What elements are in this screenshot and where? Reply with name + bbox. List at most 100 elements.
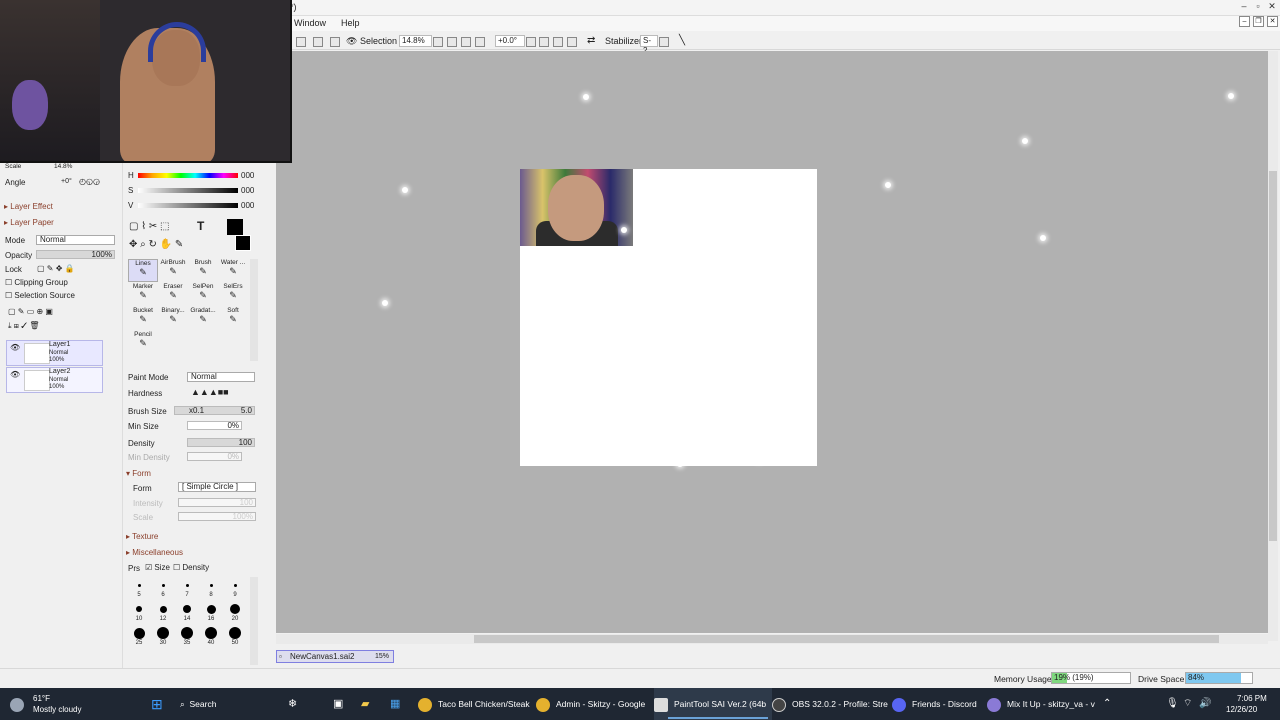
- preset-scrollbar[interactable]: [250, 577, 258, 665]
- horizontal-scrollbar[interactable]: [276, 634, 1268, 644]
- tool-binary[interactable]: Binary... ✎: [158, 307, 188, 330]
- tool-lines[interactable]: Lines ✎: [128, 259, 158, 282]
- view-tools-icons[interactable]: ✥ ⌕ ↻ ✋ ✎: [129, 239, 183, 250]
- form-section[interactable]: ▾ Form: [126, 469, 151, 478]
- clock-date[interactable]: 12/26/20: [1226, 705, 1257, 714]
- primary-color-swatch[interactable]: [227, 219, 243, 235]
- saturation-value[interactable]: 000: [241, 186, 254, 195]
- redo-icon[interactable]: [313, 35, 323, 47]
- task-view-icon[interactable]: ▣: [333, 688, 343, 720]
- brush-size-preset-dot[interactable]: [137, 583, 141, 587]
- zoom-reset-icon[interactable]: [475, 35, 485, 47]
- layer-tools-icons[interactable]: ▢ ✎ ▭ ⊕ ▣: [8, 307, 53, 316]
- prs-size-checkbox[interactable]: ☑ Size: [145, 563, 170, 572]
- value-slider[interactable]: [138, 203, 238, 208]
- zoom-dropdown-icon[interactable]: [433, 35, 443, 47]
- tool-marker[interactable]: Marker ✎: [128, 283, 158, 306]
- undo-icon[interactable]: [296, 35, 306, 47]
- rotate-right-icon[interactable]: [553, 35, 563, 47]
- rotate-reset-icon[interactable]: [567, 35, 577, 47]
- hue-slider[interactable]: [138, 173, 238, 178]
- file-explorer-icon[interactable]: ▰: [361, 688, 369, 720]
- opacity-slider[interactable]: 100%: [36, 250, 115, 259]
- volume-icon[interactable]: 🔊: [1199, 688, 1211, 720]
- hardness-selector[interactable]: ▲▲▲■■: [191, 387, 229, 397]
- layer-row[interactable]: 👁 Layer2 Normal 100%: [6, 367, 103, 393]
- taskbar-app[interactable]: OBS 32.0.2 - Profile: Stre: [772, 688, 888, 720]
- network-icon[interactable]: ⌔: [1183, 688, 1192, 720]
- tool-airbrush[interactable]: AirBrush ✎: [158, 259, 188, 282]
- selection-tools-icons[interactable]: ▢ ⌇ ✂ ⬚: [129, 221, 170, 232]
- form-select[interactable]: [ Simple Circle ]: [178, 482, 256, 492]
- tool-eraser[interactable]: Eraser ✎: [158, 283, 188, 306]
- brush-size-preset-dot[interactable]: [229, 627, 241, 639]
- tray-chevron-icon[interactable]: ⌃: [1103, 688, 1111, 720]
- stabilizer-dropdown-icon[interactable]: [659, 35, 669, 47]
- maximize-icon[interactable]: ▫: [1252, 0, 1264, 12]
- tool-water[interactable]: Water ... ✎: [218, 259, 248, 282]
- rotation-field[interactable]: +0.0°: [495, 35, 525, 47]
- selection-source-checkbox[interactable]: ☐ Selection Source: [5, 291, 75, 300]
- mdi-minimize-icon[interactable]: –: [1239, 16, 1250, 27]
- brush-size-preset-dot[interactable]: [136, 606, 142, 612]
- vertical-scroll-thumb[interactable]: [1269, 171, 1277, 541]
- windows-start-icon[interactable]: ⊞: [151, 688, 163, 720]
- secondary-color-swatch[interactable]: [235, 235, 251, 251]
- taskbar-app[interactable]: Admin - Skitzy - Google: [536, 688, 645, 720]
- navigator-scale-value[interactable]: 14.8%: [54, 163, 72, 170]
- paint-mode-select[interactable]: Normal: [187, 372, 255, 382]
- horizontal-scroll-thumb[interactable]: [474, 635, 1219, 643]
- widgets-icon[interactable]: ❄: [288, 688, 297, 720]
- brush-size-preset-dot[interactable]: [161, 583, 165, 587]
- brush-size-preset-dot[interactable]: [185, 583, 189, 587]
- tool-bucket[interactable]: Bucket ✎: [128, 307, 158, 330]
- blend-mode-select[interactable]: Normal: [36, 235, 115, 245]
- tool-selers[interactable]: SelErs ✎: [218, 283, 248, 306]
- layer-actions-icons[interactable]: ⤓ ⊞ ✓ 🗑: [8, 321, 40, 331]
- saturation-slider[interactable]: [138, 188, 238, 193]
- zoom-field[interactable]: 14.8%: [399, 35, 432, 47]
- value-value[interactable]: 000: [241, 201, 254, 210]
- brush-size-preset-dot[interactable]: [209, 583, 213, 587]
- navigator-rotate-icon[interactable]: ◴◵◶: [79, 177, 100, 186]
- straight-line-icon[interactable]: ╲: [679, 35, 685, 47]
- deselect-icon[interactable]: [330, 35, 340, 47]
- visibility-eye-icon[interactable]: 👁: [10, 370, 20, 379]
- navigator-angle-value[interactable]: +0°: [61, 178, 72, 185]
- lock-icons[interactable]: ▢ ✎ ✥ 🔒: [37, 264, 75, 273]
- brush-size-preset-dot[interactable]: [159, 605, 167, 613]
- layer-paper-section[interactable]: ▸ Layer Paper: [4, 218, 54, 227]
- selection-eye-icon[interactable]: 👁: [346, 35, 357, 47]
- clipping-group-checkbox[interactable]: ☐ Clipping Group: [5, 278, 68, 287]
- tool-grid-scrollbar[interactable]: [250, 259, 258, 361]
- taskbar-search[interactable]: ⌕ Search: [180, 688, 216, 720]
- zoom-out-icon[interactable]: [447, 35, 457, 47]
- taskbar-app[interactable]: Taco Bell Chicken/Steak: [418, 688, 530, 720]
- vertical-scrollbar[interactable]: [1268, 51, 1278, 641]
- weather-widget[interactable]: [10, 688, 30, 720]
- hue-value[interactable]: 000: [241, 171, 254, 180]
- text-tool-icon[interactable]: T: [197, 219, 204, 233]
- stabilizer-field[interactable]: S-2: [640, 35, 658, 55]
- rotation-dropdown-icon[interactable]: [526, 35, 536, 47]
- texture-section[interactable]: ▸ Texture: [126, 532, 158, 541]
- mdi-restore-icon[interactable]: ❐: [1253, 16, 1264, 27]
- brush-size-preset-dot[interactable]: [233, 583, 237, 587]
- taskbar-app-active[interactable]: PaintTool SAI Ver.2 (64b: [654, 688, 773, 720]
- clock-time[interactable]: 7:06 PM: [1237, 694, 1267, 703]
- brush-size-preset-dot[interactable]: [206, 604, 216, 614]
- mdi-close-icon[interactable]: ✕: [1267, 16, 1278, 27]
- layer-row[interactable]: 👁 Layer1 Normal 100%: [6, 340, 103, 366]
- tool-selpen[interactable]: SelPen ✎: [188, 283, 218, 306]
- mic-icon[interactable]: 🎙: [1166, 688, 1179, 720]
- tool-brush[interactable]: Brush ✎: [188, 259, 218, 282]
- intensity-slider[interactable]: 100: [178, 498, 256, 507]
- tool-gradat[interactable]: Gradat... ✎: [188, 307, 218, 330]
- prs-density-checkbox[interactable]: ☐ Density: [173, 563, 209, 572]
- visibility-eye-icon[interactable]: 👁: [10, 343, 20, 352]
- flip-icon[interactable]: ⇄: [587, 35, 595, 47]
- document-tab[interactable]: ▫ NewCanvas1.sai2 15%: [276, 650, 394, 663]
- minimize-icon[interactable]: –: [1238, 0, 1250, 12]
- menu-help[interactable]: Help: [341, 18, 360, 28]
- brush-size-preset-dot[interactable]: [183, 605, 191, 613]
